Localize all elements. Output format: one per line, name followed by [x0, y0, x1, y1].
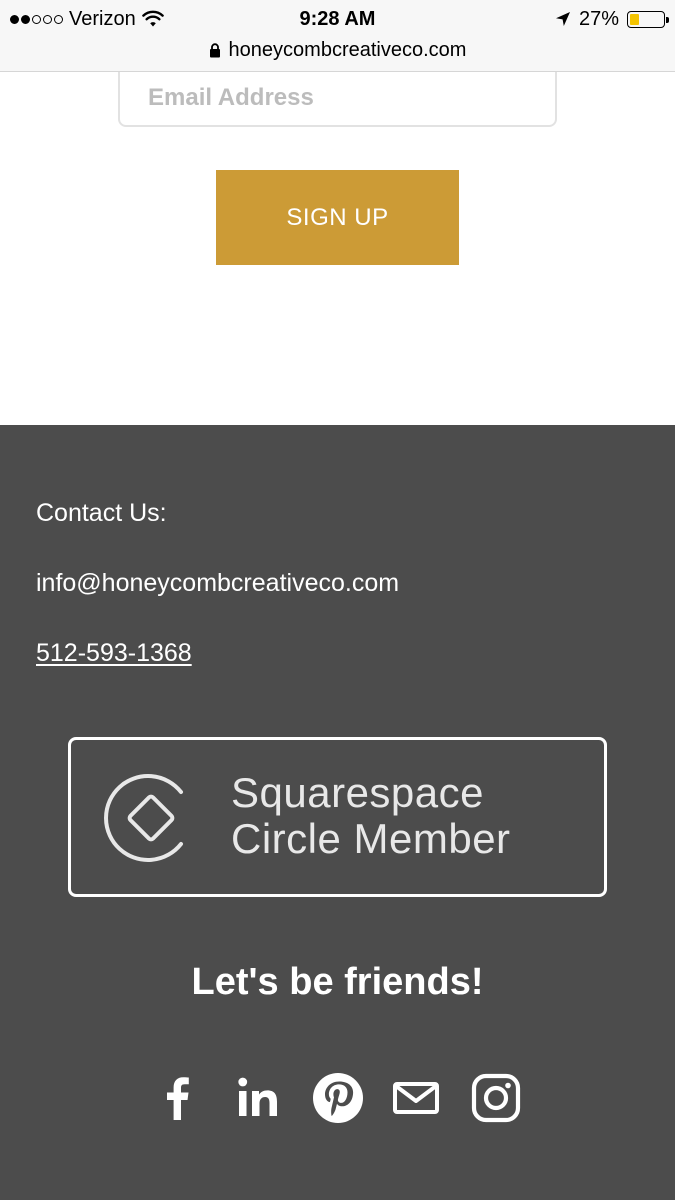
badge-line-2: Circle Member: [231, 815, 511, 862]
battery-percent: 27%: [578, 7, 619, 30]
badge-line-1: Squarespace: [231, 769, 485, 816]
social-links: [0, 1070, 675, 1126]
social-heading: Let's be friends!: [191, 961, 484, 1003]
battery-level: [630, 13, 639, 25]
url-bar[interactable]: honeycombcreativeco.com: [0, 36, 675, 64]
squarespace-circle-logo-icon: [104, 774, 183, 862]
sign-up-button[interactable]: SIGN UP: [216, 170, 459, 265]
pinterest-icon[interactable]: [310, 1070, 366, 1126]
url-domain[interactable]: honeycombcreativeco.com: [229, 39, 467, 62]
location-arrow-icon: [555, 12, 570, 26]
facebook-icon[interactable]: [150, 1070, 206, 1126]
footer: Contact Us: info@honeycombcreativeco.com…: [0, 425, 675, 1200]
linkedin-icon[interactable]: [232, 1070, 288, 1126]
mail-icon[interactable]: [388, 1070, 444, 1126]
lock-icon: [209, 42, 220, 57]
squarespace-circle-badge[interactable]: Squarespace Circle Member: [68, 737, 607, 897]
contact-phone-link[interactable]: 512-593-1368: [36, 639, 192, 668]
contact-email-link[interactable]: info@honeycombcreativeco.com: [36, 569, 399, 598]
battery-icon: [627, 10, 669, 28]
status-bar: Verizon 9:28 AM 27% honeycombcreativeco.…: [0, 0, 675, 72]
contact-heading: Contact Us:: [36, 499, 167, 527]
instagram-icon[interactable]: [468, 1070, 524, 1126]
status-right: 27%: [555, 6, 669, 32]
badge-text: Squarespace Circle Member: [231, 770, 511, 862]
